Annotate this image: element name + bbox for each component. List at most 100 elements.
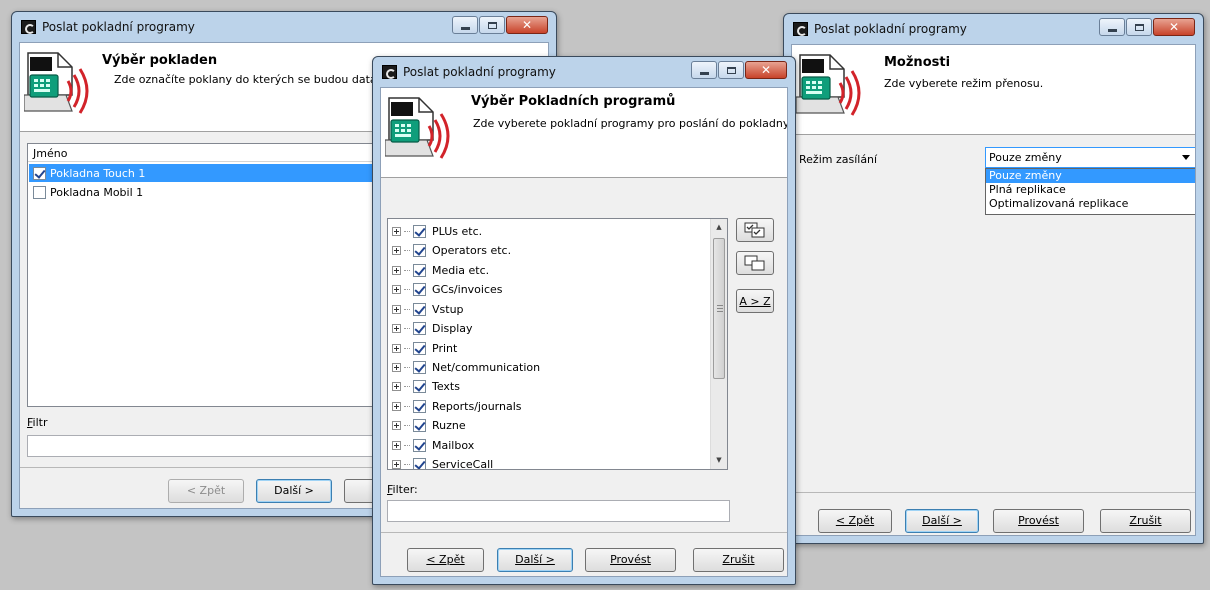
- expand-icon[interactable]: [392, 421, 401, 430]
- window-select-programs[interactable]: Poslat pokladní programy ✕ Výběr Pokladn…: [372, 56, 796, 585]
- title-bar[interactable]: Poslat pokladní programy ✕: [784, 14, 1203, 44]
- back-button[interactable]: < Zpět: [818, 509, 892, 533]
- item-checkbox[interactable]: [413, 458, 426, 469]
- item-checkbox[interactable]: [413, 283, 426, 296]
- item-checkbox[interactable]: [413, 419, 426, 432]
- execute-button[interactable]: Provést: [585, 548, 676, 572]
- expand-icon[interactable]: [392, 246, 401, 255]
- sort-az-button[interactable]: A > Z: [736, 289, 774, 313]
- item-checkbox[interactable]: [413, 439, 426, 452]
- title-bar[interactable]: Poslat pokladní programy ✕: [373, 57, 795, 87]
- tree-item[interactable]: Vstup: [392, 300, 464, 319]
- tree-item-label: PLUs etc.: [432, 225, 483, 238]
- next-button[interactable]: Další >: [497, 548, 573, 572]
- tree-item[interactable]: Ruzne: [392, 416, 466, 435]
- tree-scrollbar[interactable]: ▲ ▼: [710, 219, 727, 469]
- next-button[interactable]: Další >: [256, 479, 332, 503]
- maximize-icon: [1134, 23, 1144, 31]
- wizard-header: Výběr Pokladních programů Zde vyberete p…: [381, 88, 787, 178]
- page-title: Možnosti: [884, 55, 951, 70]
- check-all-icon: [744, 222, 765, 238]
- scroll-down-icon[interactable]: ▼: [711, 452, 727, 469]
- expand-icon[interactable]: [392, 344, 401, 353]
- app-icon[interactable]: [382, 65, 397, 79]
- tree-item-label: Mailbox: [432, 439, 475, 452]
- filter-input[interactable]: [387, 500, 730, 522]
- tree-item[interactable]: Media etc.: [392, 261, 489, 280]
- column-header-label: Jméno: [33, 147, 68, 160]
- window-title: Poslat pokladní programy: [42, 20, 195, 34]
- back-button[interactable]: < Zpět: [168, 479, 244, 503]
- tree-item[interactable]: Print: [392, 339, 457, 358]
- mode-option[interactable]: Plná replikace: [986, 183, 1195, 197]
- uncheck-all-button[interactable]: [736, 251, 774, 275]
- item-checkbox[interactable]: [413, 264, 426, 277]
- expand-icon[interactable]: [392, 227, 401, 236]
- cancel-button[interactable]: Zrušit: [693, 548, 784, 572]
- app-icon[interactable]: [21, 20, 36, 34]
- chevron-down-icon[interactable]: [1182, 155, 1190, 160]
- wizard-page: Možnosti Zde vyberete režim přenosu. Rež…: [791, 44, 1196, 536]
- item-checkbox[interactable]: [413, 361, 426, 374]
- maximize-button[interactable]: [1126, 18, 1152, 36]
- execute-button[interactable]: Provést: [993, 509, 1084, 533]
- title-bar[interactable]: Poslat pokladní programy ✕: [12, 12, 556, 42]
- expand-icon[interactable]: [392, 363, 401, 372]
- mode-dropdown-list[interactable]: Pouze změny Plná replikace Optimalizovan…: [985, 168, 1195, 215]
- tree-item[interactable]: Texts: [392, 377, 460, 396]
- minimize-button[interactable]: [1099, 18, 1125, 36]
- tree-item[interactable]: PLUs etc.: [392, 222, 482, 241]
- window-options[interactable]: Poslat pokladní programy ✕ Možnosti Zde …: [783, 13, 1204, 544]
- expand-icon[interactable]: [392, 402, 401, 411]
- item-checkbox[interactable]: [33, 166, 46, 180]
- expand-icon[interactable]: [392, 285, 401, 294]
- scroll-thumb[interactable]: [713, 238, 725, 379]
- item-checkbox[interactable]: [413, 244, 426, 257]
- expand-icon[interactable]: [392, 460, 401, 469]
- item-checkbox[interactable]: [33, 185, 46, 199]
- maximize-button[interactable]: [479, 16, 505, 34]
- close-button[interactable]: ✕: [745, 61, 787, 79]
- tree-item[interactable]: Mailbox: [392, 436, 474, 455]
- item-checkbox[interactable]: [413, 322, 426, 335]
- scroll-up-icon[interactable]: ▲: [711, 219, 727, 236]
- item-checkbox[interactable]: [413, 225, 426, 238]
- uncheck-all-icon: [744, 255, 765, 271]
- back-button[interactable]: < Zpět: [407, 548, 484, 572]
- tree-item[interactable]: Display: [392, 319, 473, 338]
- app-icon[interactable]: [793, 22, 808, 36]
- mode-option[interactable]: Optimalizovaná replikace: [986, 197, 1195, 211]
- tree-item[interactable]: Reports/journals: [392, 397, 522, 416]
- tree-item[interactable]: GCs/invoices: [392, 280, 503, 299]
- item-checkbox[interactable]: [413, 380, 426, 393]
- expand-icon[interactable]: [392, 305, 401, 314]
- next-button[interactable]: Další >: [905, 509, 979, 533]
- close-button[interactable]: ✕: [1153, 18, 1195, 36]
- check-all-button[interactable]: [736, 218, 774, 242]
- minimize-button[interactable]: [452, 16, 478, 34]
- expand-icon[interactable]: [392, 266, 401, 275]
- tree-item-label: Texts: [432, 380, 460, 393]
- cancel-button[interactable]: Zrušit: [1100, 509, 1191, 533]
- tree-item[interactable]: Operators etc.: [392, 241, 511, 260]
- maximize-button[interactable]: [718, 61, 744, 79]
- page-description: Zde vyberete pokladní programy pro poslá…: [473, 117, 788, 130]
- divider: [792, 492, 1195, 493]
- mode-select[interactable]: Pouze změny: [985, 147, 1195, 168]
- expand-icon[interactable]: [392, 382, 401, 391]
- tree-item[interactable]: Net/communication: [392, 358, 540, 377]
- minimize-icon: [1107, 28, 1117, 32]
- window-title: Poslat pokladní programy: [814, 22, 967, 36]
- page-description: Zde vyberete režim přenosu.: [884, 77, 1044, 90]
- minimize-button[interactable]: [691, 61, 717, 79]
- expand-icon[interactable]: [392, 441, 401, 450]
- program-tree[interactable]: PLUs etc. Operators etc. Media etc. GCs/…: [387, 218, 728, 470]
- close-icon: ✕: [760, 63, 772, 77]
- expand-icon[interactable]: [392, 324, 401, 333]
- item-checkbox[interactable]: [413, 342, 426, 355]
- mode-option[interactable]: Pouze změny: [986, 169, 1195, 183]
- close-button[interactable]: ✕: [506, 16, 548, 34]
- item-checkbox[interactable]: [413, 303, 426, 316]
- item-checkbox[interactable]: [413, 400, 426, 413]
- tree-item[interactable]: ServiceCall: [392, 455, 493, 469]
